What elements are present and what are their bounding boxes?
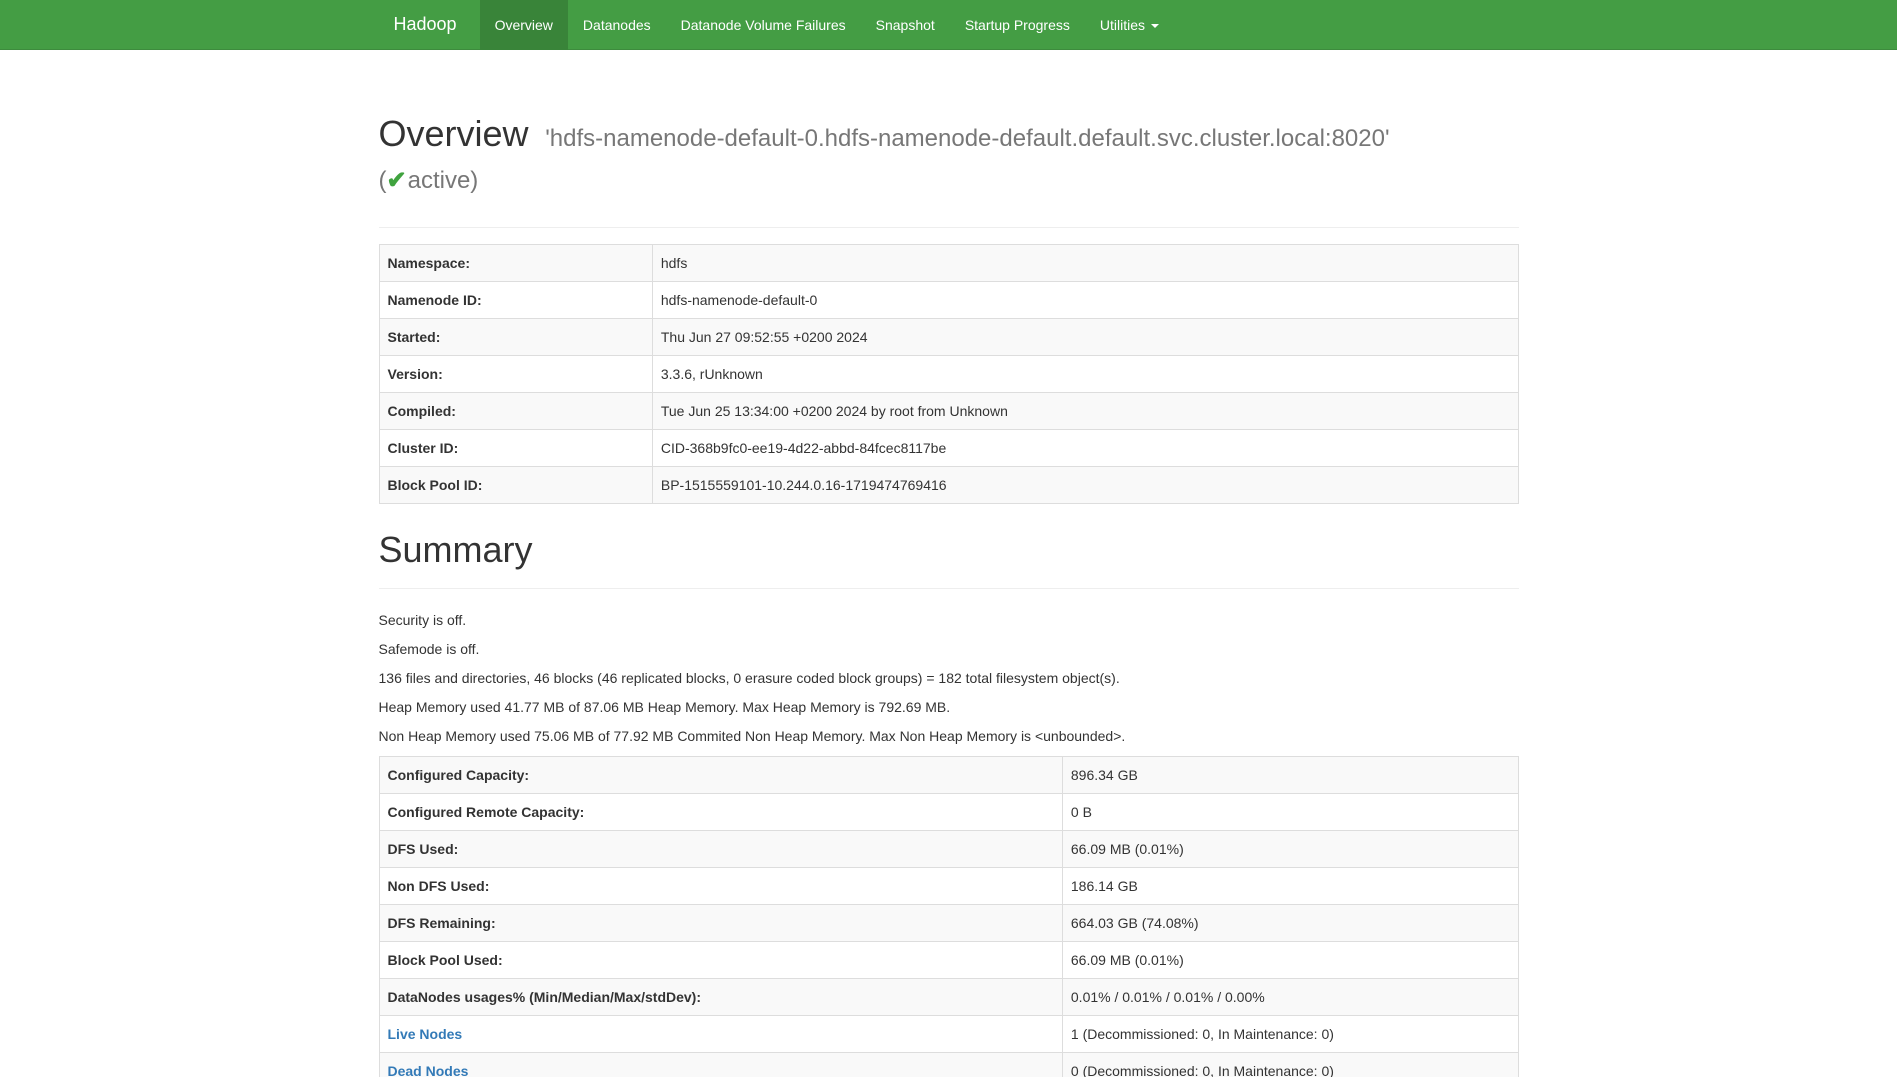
nav-item-utilities-wrap: Utilities — [1085, 0, 1174, 50]
main-nav: Overview Datanodes Datanode Volume Failu… — [480, 0, 1174, 50]
row-label: Live Nodes — [379, 1015, 1062, 1052]
top-navbar: Hadoop Overview Datanodes Datanode Volum… — [0, 0, 1897, 50]
namenode-info-table: Namespace: hdfs Namenode ID: hdfs-nameno… — [379, 244, 1519, 504]
table-row-version: Version: 3.3.6, rUnknown — [379, 356, 1518, 393]
table-row-dfs-remaining: DFS Remaining: 664.03 GB (74.08%) — [379, 904, 1518, 941]
dead-nodes-link[interactable]: Dead Nodes — [388, 1063, 469, 1077]
capacity-summary-table: Configured Capacity: 896.34 GB Configure… — [379, 756, 1519, 1077]
row-value: 66.09 MB (0.01%) — [1062, 941, 1518, 978]
table-row-live-nodes: Live Nodes 1 (Decommissioned: 0, In Main… — [379, 1015, 1518, 1052]
nav-utilities-label: Utilities — [1100, 17, 1145, 33]
row-value: CID-368b9fc0-ee19-4d22-abbd-84fcec8117be — [652, 430, 1518, 467]
row-label: DataNodes usages% (Min/Median/Max/stdDev… — [379, 978, 1062, 1015]
table-row-configured-remote-capacity: Configured Remote Capacity: 0 B — [379, 793, 1518, 830]
namenode-address: 'hdfs-namenode-default-0.hdfs-namenode-d… — [379, 125, 1390, 194]
row-value: 66.09 MB (0.01%) — [1062, 830, 1518, 867]
table-row-cluster-id: Cluster ID: CID-368b9fc0-ee19-4d22-abbd-… — [379, 430, 1518, 467]
table-row-namespace: Namespace: hdfs — [379, 245, 1518, 282]
table-row-datanode-usages: DataNodes usages% (Min/Median/Max/stdDev… — [379, 978, 1518, 1015]
row-value: hdfs-namenode-default-0 — [652, 282, 1518, 319]
row-value: BP-1515559101-10.244.0.16-1719474769416 — [652, 467, 1518, 504]
live-nodes-link[interactable]: Live Nodes — [388, 1026, 463, 1042]
nav-overview[interactable]: Overview — [480, 0, 568, 50]
table-row-block-pool-id: Block Pool ID: BP-1515559101-10.244.0.16… — [379, 467, 1518, 504]
row-label: Version: — [379, 356, 652, 393]
summary-line-heap-memory: Heap Memory used 41.77 MB of 87.06 MB He… — [379, 698, 1519, 718]
chevron-down-icon — [1151, 24, 1159, 28]
status-label: active) — [408, 167, 479, 194]
status-open-paren: ( — [379, 167, 387, 194]
table-row-dfs-used: DFS Used: 66.09 MB (0.01%) — [379, 830, 1518, 867]
row-label: Namenode ID: — [379, 282, 652, 319]
nav-item-volume-failures-wrap: Datanode Volume Failures — [666, 0, 861, 50]
page-title-text: Overview — [379, 113, 529, 154]
table-row-configured-capacity: Configured Capacity: 896.34 GB — [379, 756, 1518, 793]
nav-snapshot[interactable]: Snapshot — [861, 0, 950, 50]
row-value: 0.01% / 0.01% / 0.01% / 0.00% — [1062, 978, 1518, 1015]
namenode-address-text: 'hdfs-namenode-default-0.hdfs-namenode-d… — [545, 125, 1389, 152]
table-row-namenode-id: Namenode ID: hdfs-namenode-default-0 — [379, 282, 1518, 319]
row-value: 664.03 GB (74.08%) — [1062, 904, 1518, 941]
row-label: Compiled: — [379, 393, 652, 430]
row-label: Block Pool Used: — [379, 941, 1062, 978]
row-label: Namespace: — [379, 245, 652, 282]
row-value: hdfs — [652, 245, 1518, 282]
summary-title: Summary — [379, 530, 1519, 570]
row-value: Thu Jun 27 09:52:55 +0200 2024 — [652, 319, 1518, 356]
table-row-block-pool-used: Block Pool Used: 66.09 MB (0.01%) — [379, 941, 1518, 978]
row-value: 0 (Decommissioned: 0, In Maintenance: 0) — [1062, 1052, 1518, 1077]
row-label: Cluster ID: — [379, 430, 652, 467]
summary-line-security: Security is off. — [379, 611, 1519, 631]
hadoop-brand[interactable]: Hadoop — [379, 0, 472, 50]
row-label: Configured Capacity: — [379, 756, 1062, 793]
row-value: Tue Jun 25 13:34:00 +0200 2024 by root f… — [652, 393, 1518, 430]
row-label: Block Pool ID: — [379, 467, 652, 504]
namenode-status: (✔active) — [379, 167, 479, 194]
check-icon: ✔ — [387, 167, 407, 194]
row-value: 1 (Decommissioned: 0, In Maintenance: 0) — [1062, 1015, 1518, 1052]
nav-startup-progress[interactable]: Startup Progress — [950, 0, 1085, 50]
row-value: 3.3.6, rUnknown — [652, 356, 1518, 393]
summary-text: Security is off. Safemode is off. 136 fi… — [379, 611, 1519, 747]
row-label: DFS Remaining: — [379, 904, 1062, 941]
nav-item-overview-wrap: Overview — [480, 0, 568, 50]
row-value: 186.14 GB — [1062, 867, 1518, 904]
nav-datanode-volume-failures[interactable]: Datanode Volume Failures — [666, 0, 861, 50]
summary-line-filesystem-objects: 136 files and directories, 46 blocks (46… — [379, 669, 1519, 689]
table-row-compiled: Compiled: Tue Jun 25 13:34:00 +0200 2024… — [379, 393, 1518, 430]
nav-item-snapshot-wrap: Snapshot — [861, 0, 950, 50]
nav-item-datanodes-wrap: Datanodes — [568, 0, 666, 50]
nav-utilities-dropdown[interactable]: Utilities — [1085, 0, 1174, 50]
row-label: Configured Remote Capacity: — [379, 793, 1062, 830]
table-row-dead-nodes: Dead Nodes 0 (Decommissioned: 0, In Main… — [379, 1052, 1518, 1077]
row-value: 0 B — [1062, 793, 1518, 830]
row-label: Non DFS Used: — [379, 867, 1062, 904]
nav-item-startup-progress-wrap: Startup Progress — [950, 0, 1085, 50]
nav-datanodes[interactable]: Datanodes — [568, 0, 666, 50]
overview-page-header: Overview 'hdfs-namenode-default-0.hdfs-n… — [379, 114, 1519, 228]
row-value: 896.34 GB — [1062, 756, 1518, 793]
main-content: Overview 'hdfs-namenode-default-0.hdfs-n… — [364, 114, 1534, 1077]
table-row-started: Started: Thu Jun 27 09:52:55 +0200 2024 — [379, 319, 1518, 356]
summary-line-safemode: Safemode is off. — [379, 640, 1519, 660]
row-label: DFS Used: — [379, 830, 1062, 867]
summary-line-non-heap-memory: Non Heap Memory used 75.06 MB of 77.92 M… — [379, 727, 1519, 747]
page-title: Overview 'hdfs-namenode-default-0.hdfs-n… — [379, 114, 1519, 197]
summary-page-header: Summary — [379, 530, 1519, 589]
row-label: Dead Nodes — [379, 1052, 1062, 1077]
table-row-non-dfs-used: Non DFS Used: 186.14 GB — [379, 867, 1518, 904]
row-label: Started: — [379, 319, 652, 356]
